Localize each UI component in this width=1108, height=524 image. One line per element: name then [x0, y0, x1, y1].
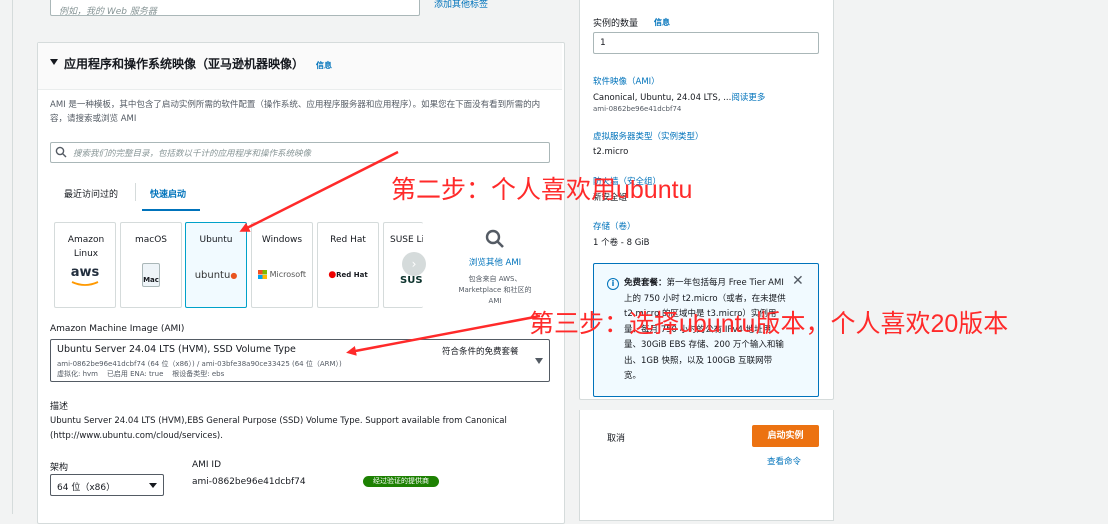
arrow-to-ubuntu-tile — [239, 150, 399, 232]
annotation-arrows — [239, 150, 541, 356]
annotation-step3: 第三步：选择ubuntu版本，个人喜欢20版本 — [529, 310, 1009, 338]
annotation-step2: 第二步：个人喜欢用ubuntu — [391, 176, 693, 204]
arrow-to-ami-select — [346, 314, 541, 356]
